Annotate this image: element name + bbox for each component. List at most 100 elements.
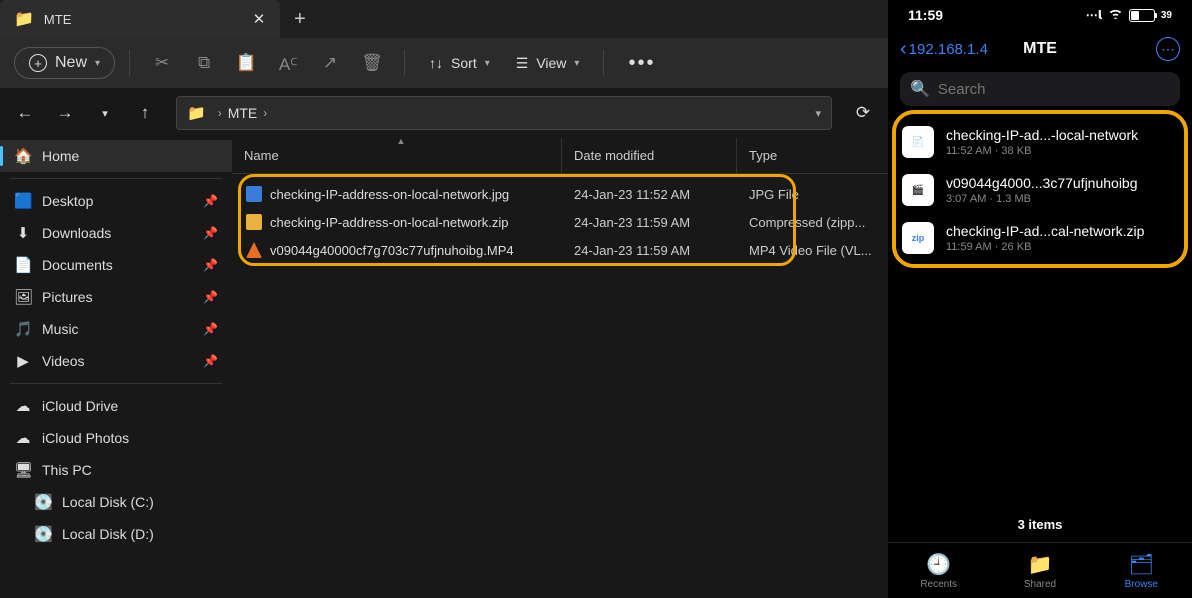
up-button[interactable]: ↑ — [128, 96, 162, 130]
list-item[interactable]: 🎬v09044g4000...3c77ufjnuhoibg3:07 AM · 1… — [896, 166, 1184, 214]
chevron-down-icon: ▾ — [485, 58, 490, 69]
list-item[interactable]: zip checking-IP-ad...cal-network.zip 11:59… — [896, 214, 1184, 262]
file-name: checking-IP-address-on-local-network.jpg — [270, 187, 509, 202]
drive-icon: 💽 — [34, 525, 52, 543]
back-label: 192.168.1.4 — [909, 41, 988, 58]
cloud-icon: ☁ — [14, 429, 32, 447]
file-explorer-window: 📁 MTE ✕ + + New ▾ ✂ ⧉ 📋 Aꟲ ↗ 🗑 ↑↓ Sort ▾… — [0, 0, 888, 598]
tab-shared[interactable]: 📁 Shared — [989, 543, 1090, 598]
chevron-left-icon: ‹ — [900, 38, 907, 61]
file-name: checking-IP-ad...cal-network.zip — [946, 223, 1178, 239]
sidebar-item-home[interactable]: 🏠 Home — [0, 140, 232, 172]
sidebar-item-drive[interactable]: 💽Local Disk (C:) — [0, 486, 232, 518]
folder-icon: 🟦 — [14, 192, 32, 210]
file-thumbnail: 📄 — [902, 126, 934, 158]
sidebar-item[interactable]: ☁iCloud Drive — [0, 390, 232, 422]
file-thumbnail: zip — [902, 222, 934, 254]
column-date[interactable]: Date modified — [562, 138, 737, 173]
battery-icon — [1129, 9, 1155, 22]
more-button[interactable]: ••• — [618, 48, 665, 79]
column-type[interactable]: Type — [737, 138, 888, 173]
new-label: New — [55, 54, 87, 72]
tab-recents[interactable]: 🕘 Recents — [888, 543, 989, 598]
sidebar-item[interactable]: 🎵 Music 📌 — [0, 313, 232, 345]
file-rows: checking-IP-address-on-local-network.jpg… — [232, 174, 888, 264]
chevron-down-icon: ▾ — [574, 58, 579, 69]
new-tab-button[interactable]: + — [294, 8, 306, 31]
file-date: 24-Jan-23 11:52 AM — [562, 187, 737, 202]
sidebar-item-label: This PC — [42, 462, 92, 478]
folder-icon: ⬇ — [14, 224, 32, 242]
search-bar[interactable]: 🔍 — [900, 72, 1180, 106]
column-headers: Name ▲ Date modified Type — [232, 138, 888, 174]
cut-icon[interactable]: ✂ — [144, 45, 180, 81]
folder-icon: 🎵 — [14, 320, 32, 338]
sidebar-item-drive[interactable]: 💽Local Disk (D:) — [0, 518, 232, 550]
file-row[interactable]: checking-IP-address-on-local-network.zip… — [232, 208, 888, 236]
jpg-icon — [246, 186, 262, 202]
file-date: 24-Jan-23 11:59 AM — [562, 215, 737, 230]
breadcrumb[interactable]: 📁 › MTE › ▾ — [176, 96, 832, 130]
sidebar-item-this-pc[interactable]: 🖥 This PC — [0, 454, 232, 486]
browse-icon: 🗂 — [1129, 552, 1154, 577]
file-row[interactable]: v09044g40000cf7g703c77ufjnuhoibg.MP424-J… — [232, 236, 888, 264]
folder-icon: ▶ — [14, 352, 32, 370]
file-meta: 11:59 AM · 26 KB — [946, 241, 1178, 253]
phone-file-list: 📄checking-IP-ad...-local-network11:52 AM… — [888, 114, 1192, 266]
wifi-icon — [1108, 8, 1123, 22]
tab-bar: 🕘 Recents 📁 Shared 🗂 Browse — [888, 542, 1192, 598]
column-name[interactable]: Name ▲ — [232, 138, 562, 173]
sidebar-item[interactable]: 🖼Pictures📌 — [0, 281, 232, 313]
file-name: v09044g4000...3c77ufjnuhoibg — [946, 175, 1178, 191]
sidebar-item-label: Music — [42, 321, 79, 337]
file-name: checking-IP-address-on-local-network.zip — [270, 215, 508, 230]
sidebar-item[interactable]: 📄Documents📌 — [0, 249, 232, 281]
file-name: v09044g40000cf7g703c77ufjnuhoibg.MP4 — [270, 243, 514, 258]
paste-icon[interactable]: 📋 — [228, 45, 264, 81]
divider — [603, 50, 604, 76]
recent-dropdown[interactable]: ▾ — [88, 96, 122, 130]
copy-icon[interactable]: ⧉ — [186, 45, 222, 81]
file-list-area: Name ▲ Date modified Type checking-IP-ad… — [232, 138, 888, 598]
share-icon[interactable]: ↗ — [312, 45, 348, 81]
new-button[interactable]: + New ▾ — [14, 47, 115, 79]
pin-icon: 📌 — [203, 290, 218, 304]
list-item[interactable]: 📄checking-IP-ad...-local-network11:52 AM… — [896, 118, 1184, 166]
forward-button[interactable]: → — [48, 96, 82, 130]
battery-percent: 39 — [1161, 10, 1172, 21]
pin-icon: 📌 — [203, 322, 218, 336]
pin-icon: 📌 — [203, 354, 218, 368]
delete-icon[interactable]: 🗑 — [354, 45, 390, 81]
sort-button[interactable]: ↑↓ Sort ▾ — [419, 49, 500, 77]
sidebar-item-label: Videos — [42, 353, 85, 369]
window-tab[interactable]: 📁 MTE ✕ — [0, 0, 280, 38]
back-button[interactable]: ‹ 192.168.1.4 — [900, 38, 988, 61]
sidebar-item-label: Documents — [42, 257, 113, 273]
chevron-right-icon: › — [263, 106, 267, 120]
sidebar-item[interactable]: 🟦Desktop📌 — [0, 185, 232, 217]
file-row[interactable]: checking-IP-address-on-local-network.jpg… — [232, 180, 888, 208]
chevron-right-icon: › — [218, 106, 222, 120]
folder-icon: 📁 — [187, 104, 206, 122]
back-button[interactable]: ← — [8, 96, 42, 130]
chevron-down-icon[interactable]: ▾ — [815, 107, 821, 120]
pin-icon: 📌 — [203, 258, 218, 272]
rename-icon[interactable]: Aꟲ — [270, 45, 306, 81]
sidebar-item[interactable]: ▶ Videos 📌 — [0, 345, 232, 377]
sidebar-item[interactable]: ⬇Downloads📌 — [0, 217, 232, 249]
refresh-button[interactable]: ⟳ — [846, 96, 880, 130]
item-count: 3 items — [888, 507, 1192, 542]
phone-files-app: 11:59 ⋯𝗹 39 ‹ 192.168.1.4 MTE ⋯ 🔍 📄check… — [888, 0, 1192, 598]
more-options-button[interactable]: ⋯ — [1156, 37, 1180, 61]
close-tab-icon[interactable]: ✕ — [252, 12, 266, 26]
home-icon: 🏠 — [14, 147, 32, 165]
folder-icon: 📁 — [14, 9, 34, 29]
sidebar-item[interactable]: ☁iCloud Photos — [0, 422, 232, 454]
file-type: Compressed (zipp... — [737, 215, 888, 230]
signal-icon: ⋯𝗹 — [1086, 8, 1102, 22]
nav-header: ‹ 192.168.1.4 MTE ⋯ — [888, 30, 1192, 68]
view-button[interactable]: ☰ View ▾ — [506, 49, 590, 78]
sidebar-item-label: Desktop — [42, 193, 93, 209]
tab-browse[interactable]: 🗂 Browse — [1091, 543, 1192, 598]
search-input[interactable] — [938, 81, 1170, 98]
